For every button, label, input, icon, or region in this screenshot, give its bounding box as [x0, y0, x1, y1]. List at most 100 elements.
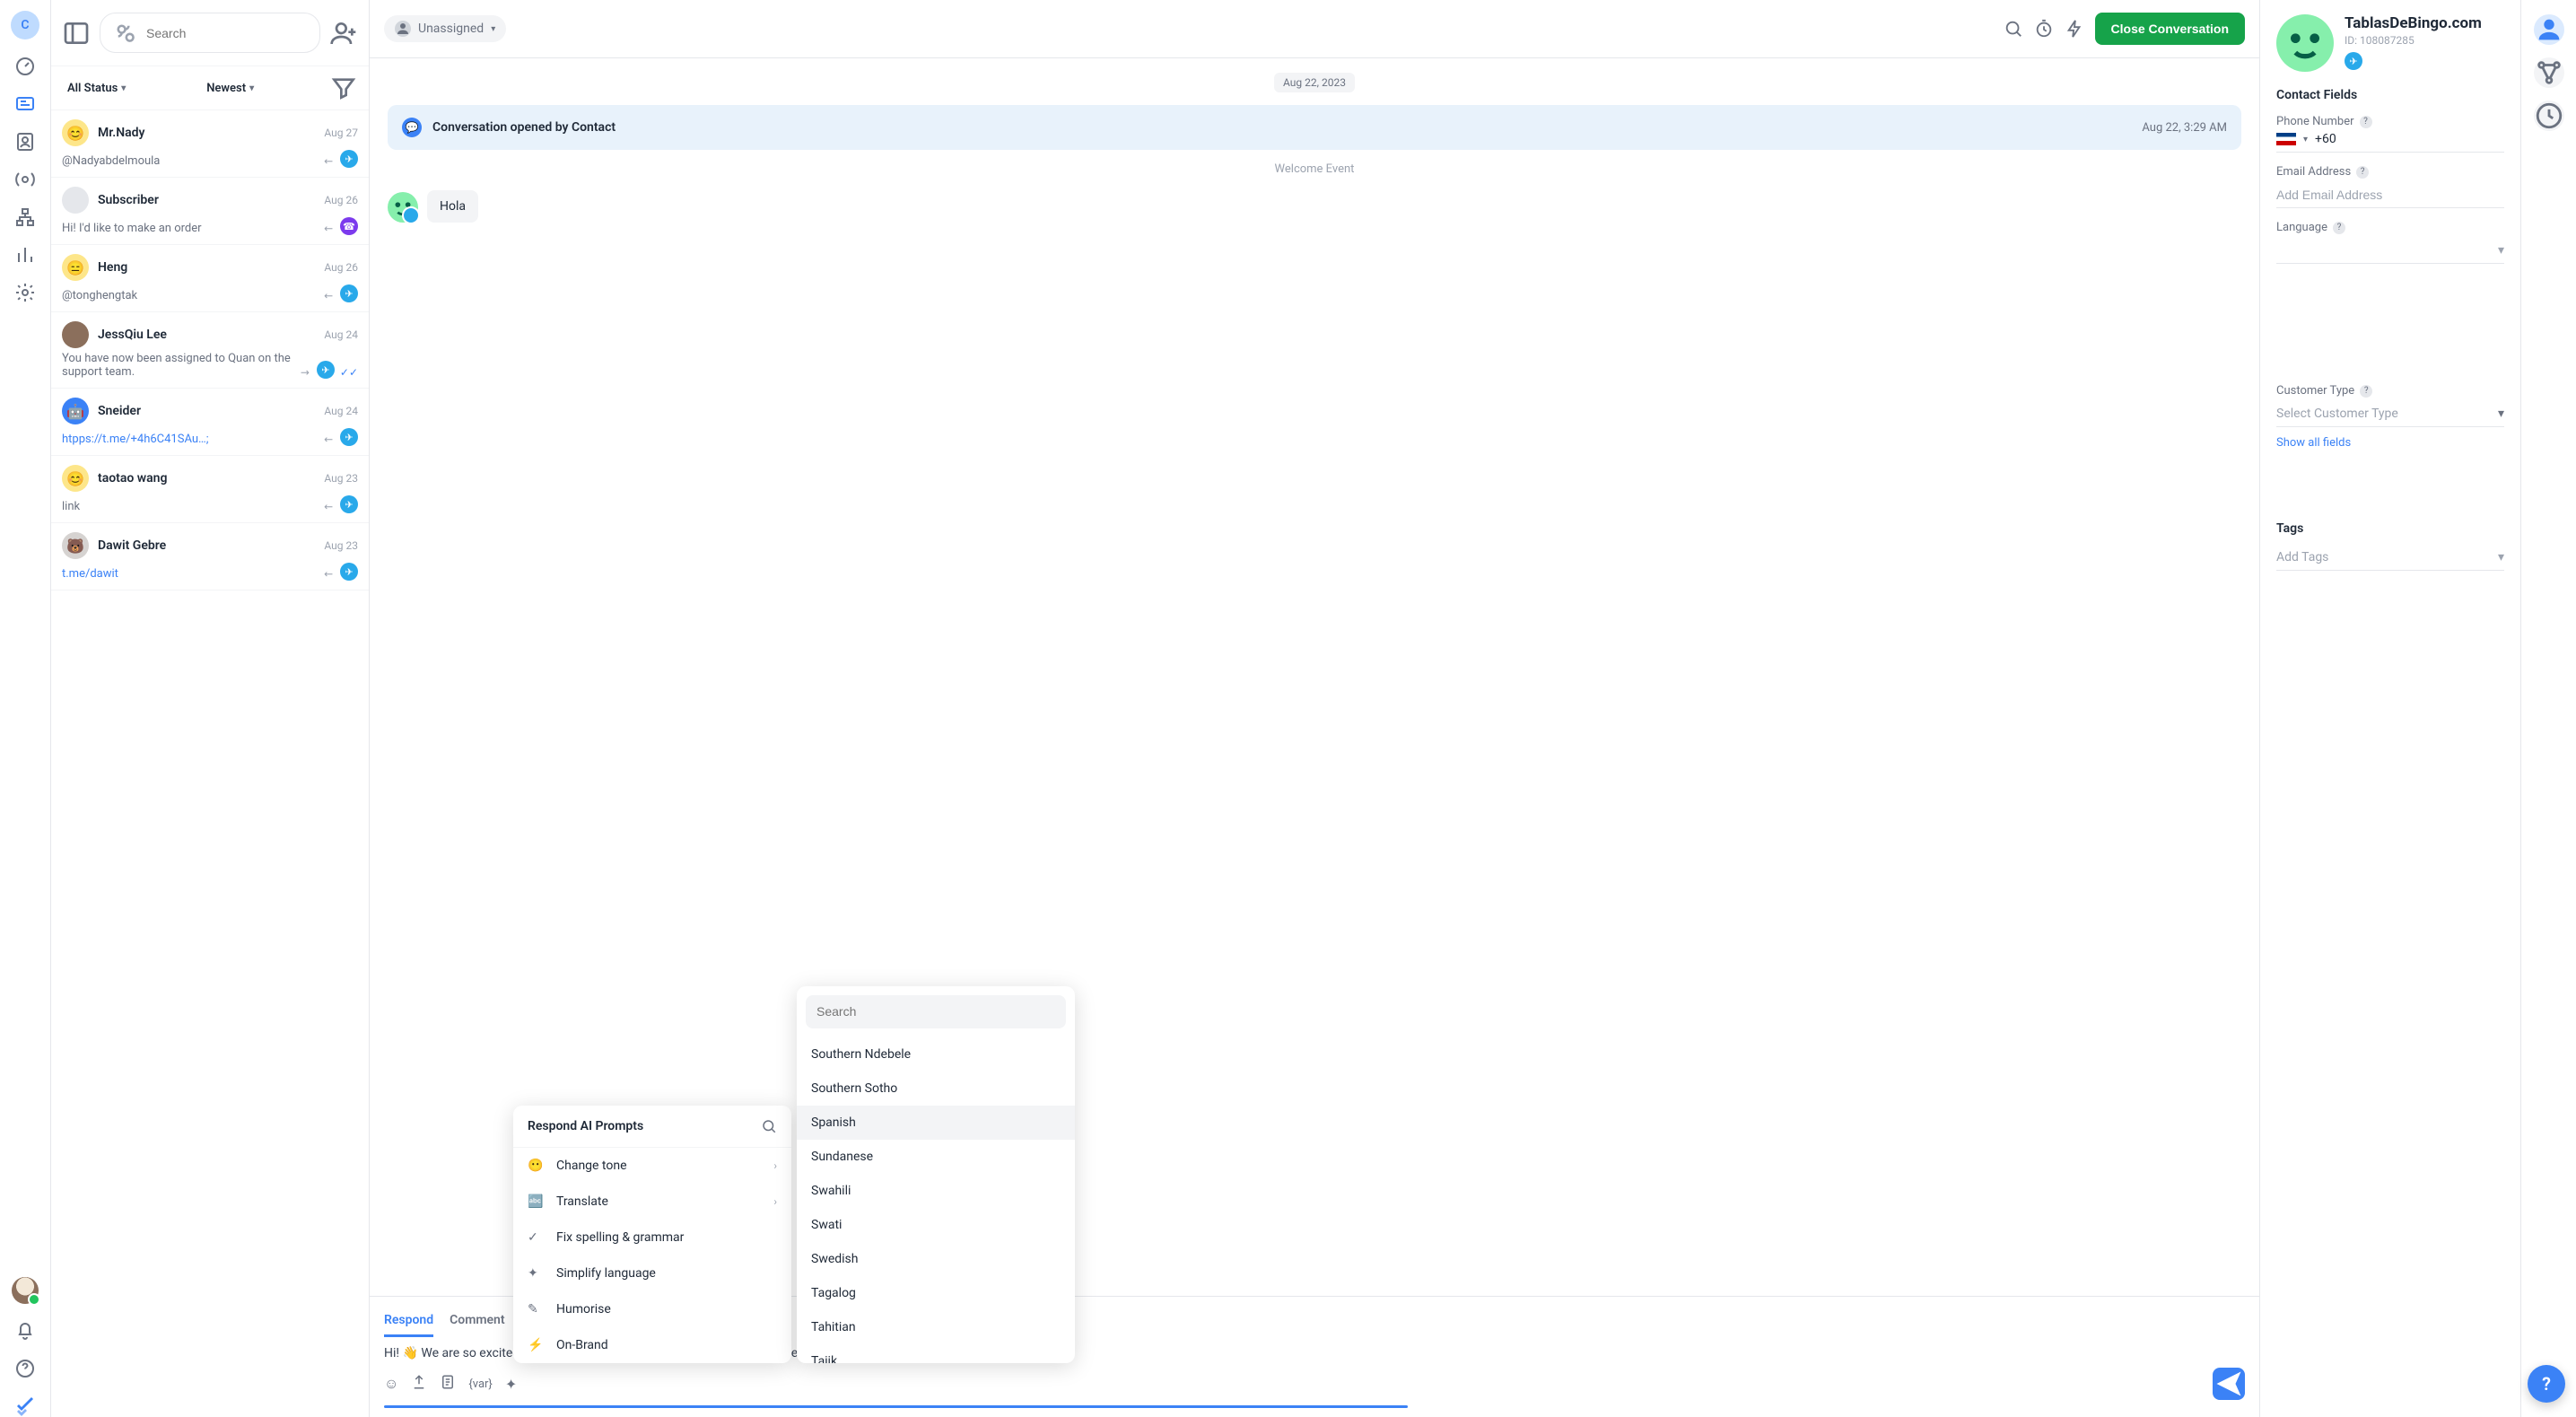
flag-icon[interactable]	[2276, 133, 2296, 145]
show-all-fields-link[interactable]: Show all fields	[2276, 436, 2351, 450]
preview-text: You have now been assigned to Quan on th…	[62, 352, 295, 379]
right-rail	[2520, 0, 2576, 1417]
ai-item-icon: ⚡	[528, 1338, 546, 1352]
date-divider: Aug 22, 2023	[1274, 73, 1355, 92]
tags-input[interactable]: Add Tags▾	[2276, 545, 2504, 571]
conversation-list: All Status▾ Newest▾ 😊 Mr.Nady Aug 27 @Na…	[51, 0, 370, 1417]
workspace-avatar[interactable]: C	[11, 11, 39, 39]
filter-icon[interactable]	[329, 74, 358, 102]
search-conversation-icon[interactable]	[2004, 19, 2023, 39]
language-option[interactable]: Sundanese	[797, 1140, 1075, 1174]
activity-tab-icon[interactable]	[2534, 101, 2564, 131]
broadcast-icon[interactable]	[14, 169, 36, 190]
conversation-item[interactable]: 🐻 Dawit Gebre Aug 23 t.me/dawit ↗ ✈	[51, 523, 369, 590]
ai-prompt-item[interactable]: ✎ Humorise	[513, 1291, 791, 1327]
brand-logo-icon	[14, 1395, 36, 1417]
ai-prompt-item[interactable]: 🔤 Translate ›	[513, 1184, 791, 1220]
search-icon[interactable]	[761, 1118, 777, 1134]
language-option[interactable]: Southern Sotho	[797, 1071, 1075, 1106]
language-select[interactable]: ▾	[2276, 238, 2504, 264]
conversation-item[interactable]: 😊 Mr.Nady Aug 27 @Nadyabdelmoula ↗ ✈	[51, 110, 369, 178]
snooze-icon[interactable]	[2034, 19, 2054, 39]
help-icon[interactable]	[14, 1358, 36, 1379]
ai-prompt-item[interactable]: ✓ Fix spelling & grammar	[513, 1220, 791, 1255]
contact-avatar-small	[388, 192, 418, 223]
language-popover: Southern NdebeleSouthern SothoSpanishSun…	[797, 986, 1075, 1363]
assignee-selector[interactable]: Unassigned ▾	[384, 15, 506, 42]
ai-magic-icon[interactable]: ✦	[505, 1376, 517, 1393]
collapse-sidebar-icon[interactable]	[62, 19, 91, 48]
ai-item-label: Translate	[556, 1194, 608, 1209]
timestamp: Aug 27	[324, 127, 358, 139]
contact-avatar	[2276, 14, 2334, 72]
conversation-item[interactable]: 😑 Heng Aug 26 @tonghengtak ↗ ✈	[51, 245, 369, 312]
ai-prompt-item[interactable]: ⚡ On-Brand	[513, 1327, 791, 1363]
conversation-item[interactable]: 😊 taotao wang Aug 23 link ↗ ✈	[51, 456, 369, 523]
language-option[interactable]: Swahili	[797, 1174, 1075, 1208]
workflows-icon[interactable]	[14, 206, 36, 228]
conversation-item[interactable]: 🤖 Sneider Aug 24 htpps://t.me/+4h6C41SAu…	[51, 389, 369, 456]
saved-reply-icon[interactable]	[440, 1374, 456, 1394]
variable-icon[interactable]: {var}	[468, 1378, 492, 1391]
search-input[interactable]	[100, 13, 320, 53]
add-contact-icon[interactable]	[329, 19, 358, 48]
contacts-icon[interactable]	[14, 131, 36, 153]
preview-text: @tonghengtak	[62, 289, 319, 302]
preview-text: t.me/dawit	[62, 567, 319, 581]
avatar: 🐻	[62, 532, 89, 559]
avatar: 🤖	[62, 398, 89, 424]
email-input[interactable]	[2276, 182, 2504, 208]
customer-type-select[interactable]: Select Customer Type▾	[2276, 401, 2504, 427]
ai-item-label: Change tone	[556, 1159, 627, 1173]
avatar	[62, 187, 89, 214]
language-search-input[interactable]	[806, 995, 1066, 1028]
contact-name: JessQiu Lee	[98, 328, 315, 342]
send-button[interactable]	[2213, 1368, 2245, 1400]
language-option[interactable]: Swati	[797, 1208, 1075, 1242]
dashboard-icon[interactable]	[14, 56, 36, 77]
ai-item-icon: ✦	[528, 1266, 546, 1281]
ai-prompt-item[interactable]: ✦ Simplify language	[513, 1255, 791, 1291]
contact-id: ID: 108087285	[2345, 34, 2482, 47]
ai-item-label: Simplify language	[556, 1266, 656, 1281]
nav-rail: C	[0, 0, 51, 1417]
inbox-icon[interactable]	[14, 93, 36, 115]
attachment-icon[interactable]	[411, 1374, 427, 1394]
tab-respond[interactable]: Respond	[384, 1306, 433, 1337]
email-label: Email Address?	[2276, 165, 2504, 179]
phone-input[interactable]: ▾ +60	[2276, 132, 2504, 153]
current-user-avatar[interactable]	[12, 1277, 39, 1304]
help-fab[interactable]: ?	[2528, 1365, 2565, 1403]
ai-item-icon: ✓	[528, 1230, 546, 1245]
language-option[interactable]: Tajik	[797, 1344, 1075, 1363]
language-option[interactable]: Spanish	[797, 1106, 1075, 1140]
channel-icon: ✈	[340, 150, 358, 168]
language-option[interactable]: Tahitian	[797, 1310, 1075, 1344]
preview-text: Hi! I'd like to make an order	[62, 222, 319, 235]
shortcuts-icon[interactable]	[2065, 19, 2084, 39]
language-option[interactable]: Tagalog	[797, 1276, 1075, 1310]
ai-item-label: Fix spelling & grammar	[556, 1230, 684, 1245]
direction-icon: ↗	[320, 288, 336, 303]
preview-text: link	[62, 500, 319, 513]
close-conversation-button[interactable]: Close Conversation	[2095, 13, 2245, 45]
conversation-item[interactable]: Subscriber Aug 26 Hi! I'd like to make a…	[51, 178, 369, 245]
contact-name: Subscriber	[98, 193, 315, 207]
sort-filter[interactable]: Newest▾	[201, 78, 259, 99]
channels-tab-icon[interactable]	[2534, 57, 2564, 88]
settings-icon[interactable]	[14, 282, 36, 303]
emoji-icon[interactable]: ☺	[384, 1375, 398, 1393]
ai-item-icon: ✎	[528, 1302, 546, 1316]
conversation-main: Unassigned ▾ Close Conversation Aug 22, …	[370, 0, 2260, 1417]
reports-icon[interactable]	[14, 244, 36, 266]
conversation-item[interactable]: JessQiu Lee Aug 24 You have now been ass…	[51, 312, 369, 389]
notifications-icon[interactable]	[14, 1320, 36, 1342]
contact-info-tab-icon[interactable]	[2534, 14, 2564, 45]
language-label: Language?	[2276, 221, 2504, 234]
status-filter[interactable]: All Status▾	[62, 78, 131, 99]
ai-prompt-item[interactable]: 😶 Change tone ›	[513, 1148, 791, 1184]
language-option[interactable]: Southern Ndebele	[797, 1037, 1075, 1071]
tab-comment[interactable]: Comment	[450, 1306, 504, 1337]
ai-popover-title: Respond AI Prompts	[528, 1119, 643, 1133]
language-option[interactable]: Swedish	[797, 1242, 1075, 1276]
